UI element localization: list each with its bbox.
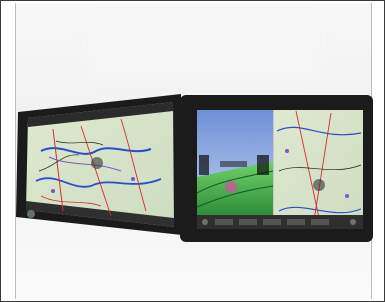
heading-marker (220, 161, 247, 167)
aircraft-icon (91, 157, 103, 169)
zoom-icon (27, 210, 35, 218)
photo-frame (0, 0, 385, 302)
left-tablet (16, 94, 182, 235)
aircraft-icon (313, 179, 325, 191)
airspeed-tape (199, 155, 209, 175)
right-tablet (180, 95, 373, 242)
altitude-tape (257, 155, 269, 175)
tablets-illustration (16, 94, 373, 242)
waypoint-icon (225, 181, 237, 193)
